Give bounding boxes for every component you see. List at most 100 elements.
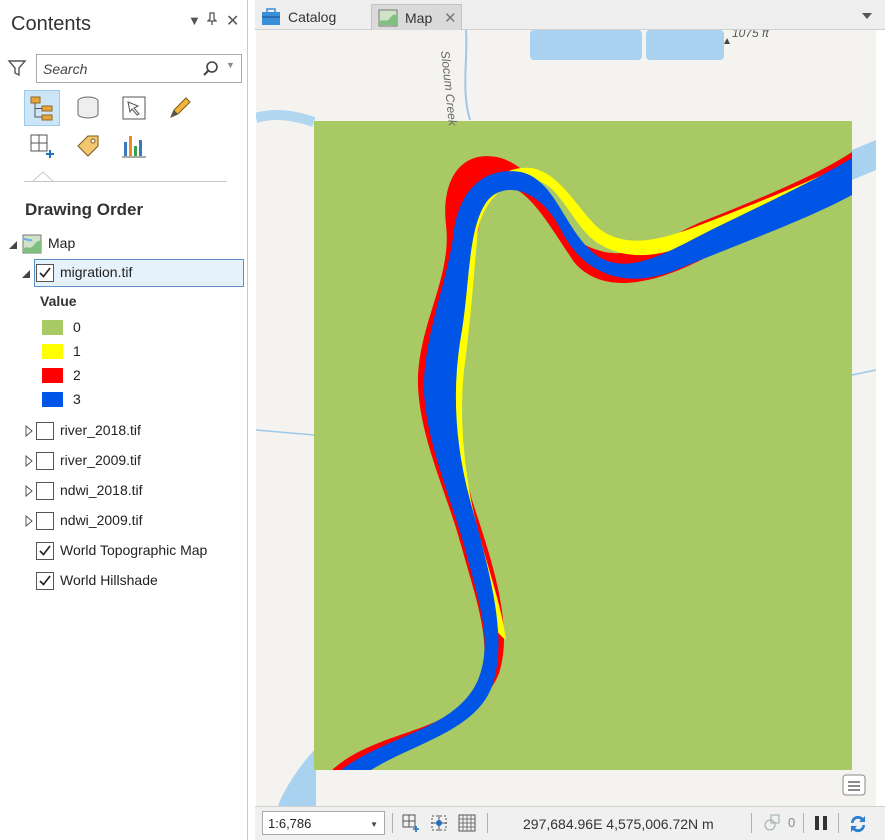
- creek-line: [464, 30, 471, 121]
- layer-checkbox[interactable]: [36, 572, 54, 590]
- pin-icon[interactable]: [206, 12, 218, 29]
- tab-label: Catalog: [288, 9, 337, 25]
- legend-swatch: [42, 392, 63, 407]
- divider: [838, 813, 839, 833]
- tab-map[interactable]: Map ✕: [371, 4, 462, 30]
- legend-value: 0: [73, 319, 81, 335]
- divider: [487, 813, 488, 833]
- fixed-scale-icon[interactable]: [401, 813, 421, 833]
- tree-item-world-hillshade[interactable]: World Hillshade: [0, 568, 247, 594]
- elevation-label: 1075 ft: [732, 30, 769, 40]
- tree-item-river-2018[interactable]: river_2018.tif: [0, 418, 247, 444]
- stream-line: [256, 429, 315, 436]
- layer-checkbox[interactable]: [36, 482, 54, 500]
- close-tab-icon[interactable]: ✕: [444, 9, 457, 27]
- expand-icon[interactable]: [24, 455, 34, 467]
- list-by-charts-icon[interactable]: [116, 128, 152, 164]
- map-icon: [22, 234, 42, 254]
- tab-menu-icon[interactable]: [861, 12, 873, 20]
- river-basemap: [256, 110, 316, 127]
- expand-icon[interactable]: [24, 515, 34, 527]
- legend-value: 2: [73, 367, 81, 383]
- pause-icon[interactable]: [811, 813, 831, 833]
- legend-value: 3: [73, 391, 81, 407]
- legend-icon[interactable]: [841, 773, 867, 797]
- layer-checkbox[interactable]: [36, 422, 54, 440]
- tree-item-label: World Topographic Map: [60, 542, 208, 558]
- tree-item-label: ndwi_2009.tif: [60, 512, 143, 528]
- status-bar: 1:6,786 ▼ 297,684.96E 4,575,006.72N m 0: [255, 806, 885, 840]
- layer-checkbox[interactable]: [36, 452, 54, 470]
- river-basemap: [278, 748, 316, 806]
- pond: [646, 30, 724, 60]
- search-icon[interactable]: [202, 60, 220, 78]
- expand-icon[interactable]: [24, 425, 34, 437]
- selected-count: 0: [788, 815, 796, 830]
- legend-item: 3: [42, 391, 142, 409]
- layer-checkbox[interactable]: [36, 264, 54, 282]
- coordinate-readout: 297,684.96E 4,575,006.72N m: [523, 816, 714, 832]
- scale-value: 1:6,786: [268, 816, 312, 831]
- grid-icon[interactable]: [457, 813, 477, 833]
- legend-swatch: [42, 344, 63, 359]
- filter-icon[interactable]: [7, 58, 27, 78]
- river-basemap: [852, 140, 876, 180]
- list-by-editing-icon[interactable]: [162, 90, 198, 126]
- summit-marker: [724, 38, 730, 44]
- collapse-icon[interactable]: [8, 239, 18, 251]
- tree-item-label: Map: [48, 235, 76, 251]
- legend-swatch: [42, 368, 63, 383]
- tree-item-ndwi-2009[interactable]: ndwi_2009.tif: [0, 508, 247, 534]
- section-title: Drawing Order: [25, 200, 144, 219]
- list-by-snapping-icon[interactable]: [24, 128, 60, 164]
- divider: [392, 813, 393, 833]
- expand-icon[interactable]: [24, 485, 34, 497]
- search-dropdown-icon[interactable]: ▼: [226, 60, 235, 70]
- tree-item-label: World Hillshade: [60, 572, 158, 588]
- tree-item-map[interactable]: Map: [0, 231, 247, 257]
- tree-item-migration[interactable]: migration.tif: [0, 260, 247, 286]
- legend-item: 1: [42, 343, 142, 361]
- legend-item: 0: [42, 319, 142, 337]
- collapse-icon[interactable]: [21, 268, 31, 280]
- tree-item-label: migration.tif: [60, 264, 133, 280]
- legend-title: Value: [40, 293, 77, 309]
- legend-value: 1: [73, 343, 81, 359]
- chevron-down-icon[interactable]: ▼: [370, 820, 378, 829]
- divider: [24, 181, 227, 182]
- tree-item-world-topographic-map[interactable]: World Topographic Map: [0, 538, 247, 564]
- list-by-data-source-icon[interactable]: [70, 90, 106, 126]
- tree-item-label: river_2009.tif: [60, 452, 141, 468]
- pane-options-icon[interactable]: ▼: [188, 13, 201, 28]
- legend-swatch: [42, 320, 63, 335]
- tree-item-ndwi-2018[interactable]: ndwi_2018.tif: [0, 478, 247, 504]
- tree-item-label: river_2018.tif: [60, 422, 141, 438]
- snapping-icon[interactable]: [429, 813, 449, 833]
- tab-catalog[interactable]: Catalog: [255, 4, 367, 30]
- search-box[interactable]: ▼: [36, 54, 242, 83]
- list-by-drawing-order-icon[interactable]: [24, 90, 60, 126]
- selected-features-icon[interactable]: [762, 813, 782, 833]
- list-by-labeling-icon[interactable]: [70, 128, 106, 164]
- layer-checkbox[interactable]: [36, 542, 54, 560]
- tree-item-river-2009[interactable]: river_2009.tif: [0, 448, 247, 474]
- pane-title: Contents: [11, 13, 92, 35]
- legend-item: 2: [42, 367, 142, 385]
- refresh-icon[interactable]: [847, 813, 867, 833]
- tree-item-label: ndwi_2018.tif: [60, 482, 143, 498]
- map-canvas[interactable]: [256, 30, 876, 806]
- map-view[interactable]: 1075 ft Slocum Creek: [256, 30, 876, 806]
- list-by-selection-icon[interactable]: [116, 90, 152, 126]
- map-icon: [378, 9, 398, 27]
- tab-bar: Catalog Map ✕: [255, 0, 885, 30]
- scale-select[interactable]: 1:6,786 ▼: [262, 811, 385, 835]
- layer-checkbox[interactable]: [36, 512, 54, 530]
- close-icon[interactable]: ✕: [226, 11, 239, 31]
- stream-line: [851, 369, 876, 376]
- divider: [751, 813, 752, 833]
- tab-label: Map: [405, 10, 433, 26]
- pond: [530, 30, 642, 60]
- search-input[interactable]: [43, 60, 193, 78]
- divider: [803, 813, 804, 833]
- catalog-icon: [262, 8, 280, 25]
